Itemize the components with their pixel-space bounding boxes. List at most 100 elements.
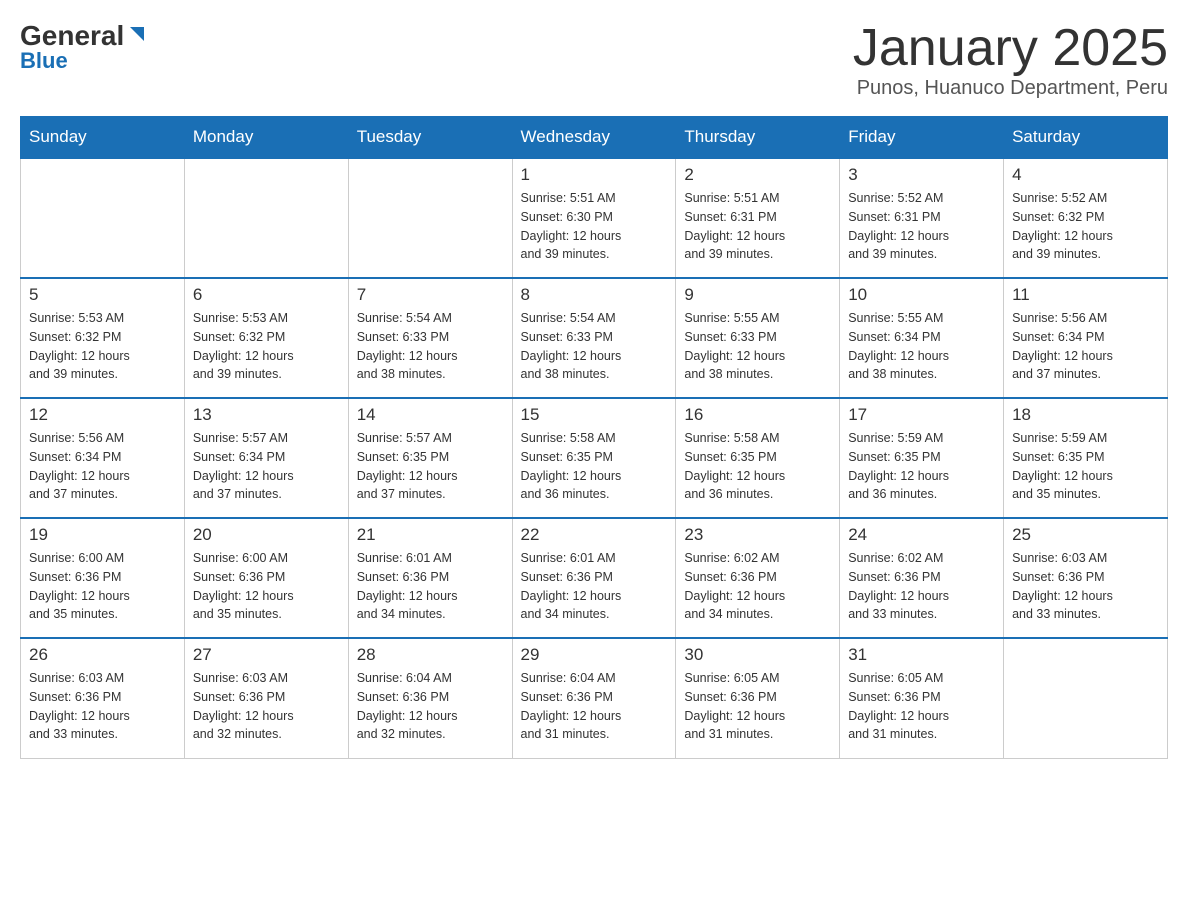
calendar-cell: 27Sunrise: 6:03 AMSunset: 6:36 PMDayligh… <box>184 638 348 758</box>
calendar-cell: 24Sunrise: 6:02 AMSunset: 6:36 PMDayligh… <box>840 518 1004 638</box>
calendar-cell: 16 Sunrise: 5:58 AMSunset: 6:35 PMDayligh… <box>676 398 840 518</box>
day-info: Sunrise: 5:53 AMSunset: 6:32 PMDaylight:… <box>29 309 176 384</box>
day-info: Sunrise: 6:02 AMSunset: 6:36 PMDaylight:… <box>848 549 995 624</box>
day-info: Sunrise: 6:03 AMSunset: 6:36 PMDaylight:… <box>1012 549 1159 624</box>
day-number: 28 <box>357 645 504 665</box>
day-number: 21 <box>357 525 504 545</box>
day-info: Sunrise: 5:58 AMSunset: 6:35 PMDaylight:… <box>684 429 831 504</box>
day-number: 11 <box>1012 285 1159 305</box>
calendar-cell: 3 Sunrise: 5:52 AMSunset: 6:31 PMDaylight… <box>840 158 1004 278</box>
day-info: Sunrise: 5:55 AMSunset: 6:34 PMDaylight:… <box>848 309 995 384</box>
day-info: Sunrise: 6:03 AMSunset: 6:36 PMDaylight:… <box>29 669 176 744</box>
day-number: 6 <box>193 285 340 305</box>
day-number: 23 <box>684 525 831 545</box>
day-info: Sunrise: 5:57 AMSunset: 6:35 PMDaylight:… <box>357 429 504 504</box>
calendar-day-header: Saturday <box>1004 117 1168 159</box>
calendar-cell: 21 Sunrise: 6:01 AMSunset: 6:36 PMDayligh… <box>348 518 512 638</box>
calendar-day-header: Tuesday <box>348 117 512 159</box>
calendar-cell: 12 Sunrise: 5:56 AMSunset: 6:34 PMDayligh… <box>21 398 185 518</box>
day-info: Sunrise: 6:05 AMSunset: 6:36 PMDaylight:… <box>684 669 831 744</box>
day-info: Sunrise: 5:53 AMSunset: 6:32 PMDaylight:… <box>193 309 340 384</box>
day-number: 7 <box>357 285 504 305</box>
calendar-cell: 22 Sunrise: 6:01 AMSunset: 6:36 PMDayligh… <box>512 518 676 638</box>
calendar-cell: 18 Sunrise: 5:59 AMSunset: 6:35 PMDayligh… <box>1004 398 1168 518</box>
day-info: Sunrise: 6:01 AMSunset: 6:36 PMDaylight:… <box>521 549 668 624</box>
logo-triangle-icon <box>126 23 148 45</box>
day-number: 19 <box>29 525 176 545</box>
day-number: 22 <box>521 525 668 545</box>
calendar-day-header: Friday <box>840 117 1004 159</box>
day-info: Sunrise: 6:05 AMSunset: 6:36 PMDaylight:… <box>848 669 995 744</box>
day-info: Sunrise: 5:54 AMSunset: 6:33 PMDaylight:… <box>521 309 668 384</box>
page-subtitle: Punos, Huanuco Department, Peru <box>853 77 1168 100</box>
day-number: 16 <box>684 405 831 425</box>
calendar-cell: 29Sunrise: 6:04 AMSunset: 6:36 PMDayligh… <box>512 638 676 758</box>
day-number: 20 <box>193 525 340 545</box>
calendar-cell: 10Sunrise: 5:55 AMSunset: 6:34 PMDayligh… <box>840 278 1004 398</box>
day-number: 25 <box>1012 525 1159 545</box>
logo: General Blue <box>20 20 148 74</box>
day-number: 4 <box>1012 165 1159 185</box>
calendar-cell: 9 Sunrise: 5:55 AMSunset: 6:33 PMDaylight… <box>676 278 840 398</box>
week-row: 26 Sunrise: 6:03 AMSunset: 6:36 PMDayligh… <box>21 638 1168 758</box>
day-info: Sunrise: 6:01 AMSunset: 6:36 PMDaylight:… <box>357 549 504 624</box>
calendar-cell: 23 Sunrise: 6:02 AMSunset: 6:36 PMDayligh… <box>676 518 840 638</box>
calendar-cell: 7 Sunrise: 5:54 AMSunset: 6:33 PMDaylight… <box>348 278 512 398</box>
calendar-table: SundayMondayTuesdayWednesdayThursdayFrid… <box>20 116 1168 759</box>
day-info: Sunrise: 5:54 AMSunset: 6:33 PMDaylight:… <box>357 309 504 384</box>
day-number: 8 <box>521 285 668 305</box>
day-number: 3 <box>848 165 995 185</box>
day-info: Sunrise: 5:56 AMSunset: 6:34 PMDaylight:… <box>1012 309 1159 384</box>
day-number: 15 <box>521 405 668 425</box>
calendar-cell: 15 Sunrise: 5:58 AMSunset: 6:35 PMDayligh… <box>512 398 676 518</box>
calendar-cell <box>184 158 348 278</box>
day-info: Sunrise: 5:52 AMSunset: 6:31 PMDaylight:… <box>848 189 995 264</box>
day-info: Sunrise: 5:57 AMSunset: 6:34 PMDaylight:… <box>193 429 340 504</box>
calendar-day-header: Monday <box>184 117 348 159</box>
calendar-cell: 2Sunrise: 5:51 AMSunset: 6:31 PMDaylight… <box>676 158 840 278</box>
day-number: 14 <box>357 405 504 425</box>
day-number: 5 <box>29 285 176 305</box>
calendar-cell: 17Sunrise: 5:59 AMSunset: 6:35 PMDayligh… <box>840 398 1004 518</box>
day-number: 30 <box>684 645 831 665</box>
day-number: 13 <box>193 405 340 425</box>
day-info: Sunrise: 6:04 AMSunset: 6:36 PMDaylight:… <box>521 669 668 744</box>
calendar-cell: 25 Sunrise: 6:03 AMSunset: 6:36 PMDayligh… <box>1004 518 1168 638</box>
day-info: Sunrise: 6:00 AMSunset: 6:36 PMDaylight:… <box>29 549 176 624</box>
calendar-cell <box>21 158 185 278</box>
calendar-cell: 4Sunrise: 5:52 AMSunset: 6:32 PMDaylight… <box>1004 158 1168 278</box>
day-number: 12 <box>29 405 176 425</box>
day-number: 17 <box>848 405 995 425</box>
day-number: 31 <box>848 645 995 665</box>
calendar-header-row: SundayMondayTuesdayWednesdayThursdayFrid… <box>21 117 1168 159</box>
day-number: 18 <box>1012 405 1159 425</box>
week-row: 19 Sunrise: 6:00 AMSunset: 6:36 PMDayligh… <box>21 518 1168 638</box>
calendar-cell: 11 Sunrise: 5:56 AMSunset: 6:34 PMDayligh… <box>1004 278 1168 398</box>
day-info: Sunrise: 6:02 AMSunset: 6:36 PMDaylight:… <box>684 549 831 624</box>
calendar-cell: 31 Sunrise: 6:05 AMSunset: 6:36 PMDayligh… <box>840 638 1004 758</box>
day-info: Sunrise: 6:04 AMSunset: 6:36 PMDaylight:… <box>357 669 504 744</box>
calendar-day-header: Wednesday <box>512 117 676 159</box>
week-row: 12 Sunrise: 5:56 AMSunset: 6:34 PMDayligh… <box>21 398 1168 518</box>
calendar-cell: 30 Sunrise: 6:05 AMSunset: 6:36 PMDayligh… <box>676 638 840 758</box>
calendar-cell <box>1004 638 1168 758</box>
day-info: Sunrise: 5:51 AMSunset: 6:31 PMDaylight:… <box>684 189 831 264</box>
calendar-cell: 28 Sunrise: 6:04 AMSunset: 6:36 PMDayligh… <box>348 638 512 758</box>
calendar-cell: 8 Sunrise: 5:54 AMSunset: 6:33 PMDaylight… <box>512 278 676 398</box>
day-info: Sunrise: 6:03 AMSunset: 6:36 PMDaylight:… <box>193 669 340 744</box>
day-info: Sunrise: 6:00 AMSunset: 6:36 PMDaylight:… <box>193 549 340 624</box>
day-info: Sunrise: 5:55 AMSunset: 6:33 PMDaylight:… <box>684 309 831 384</box>
logo-blue: Blue <box>20 48 68 74</box>
day-info: Sunrise: 5:58 AMSunset: 6:35 PMDaylight:… <box>521 429 668 504</box>
calendar-cell: 14 Sunrise: 5:57 AMSunset: 6:35 PMDayligh… <box>348 398 512 518</box>
week-row: 1Sunrise: 5:51 AMSunset: 6:30 PMDaylight… <box>21 158 1168 278</box>
day-number: 9 <box>684 285 831 305</box>
calendar-cell <box>348 158 512 278</box>
calendar-cell: 13 Sunrise: 5:57 AMSunset: 6:34 PMDayligh… <box>184 398 348 518</box>
day-number: 26 <box>29 645 176 665</box>
calendar-cell: 26 Sunrise: 6:03 AMSunset: 6:36 PMDayligh… <box>21 638 185 758</box>
calendar-day-header: Sunday <box>21 117 185 159</box>
day-info: Sunrise: 5:56 AMSunset: 6:34 PMDaylight:… <box>29 429 176 504</box>
page-header: General Blue January 2025 Punos, Huanuco… <box>20 20 1168 100</box>
day-info: Sunrise: 5:59 AMSunset: 6:35 PMDaylight:… <box>1012 429 1159 504</box>
